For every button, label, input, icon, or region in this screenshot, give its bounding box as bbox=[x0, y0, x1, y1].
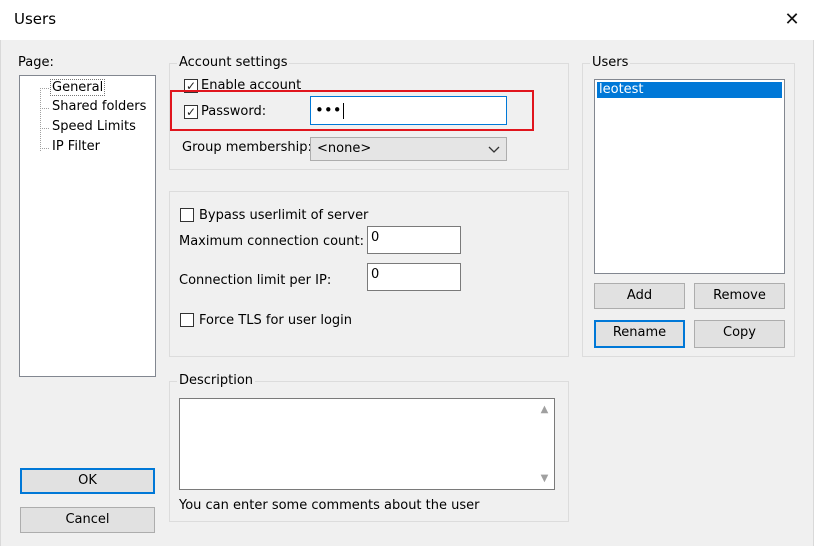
close-icon[interactable]: ✕ bbox=[778, 6, 806, 34]
users-title: Users bbox=[590, 55, 631, 70]
scroll-up-icon[interactable]: ▲ bbox=[535, 401, 554, 418]
window-title: Users bbox=[14, 10, 57, 28]
page-label: Page: bbox=[18, 55, 54, 70]
tree-connector bbox=[40, 148, 49, 149]
tree-connector bbox=[40, 88, 49, 89]
max-connection-input[interactable]: 0 bbox=[367, 226, 461, 254]
description-hint: You can enter some comments about the us… bbox=[179, 498, 480, 513]
tree-connector bbox=[40, 128, 49, 129]
group-membership-label: Group membership: bbox=[182, 140, 312, 155]
title-bar: Users ✕ bbox=[0, 0, 814, 40]
force-tls-label: Force TLS for user login bbox=[199, 313, 353, 328]
users-list[interactable]: leotest bbox=[594, 79, 785, 274]
enable-account-checkbox[interactable]: ✓ bbox=[184, 79, 198, 93]
text-cursor bbox=[342, 102, 344, 119]
chevron-down-icon bbox=[488, 139, 500, 167]
force-tls-checkbox[interactable] bbox=[180, 313, 194, 327]
connection-per-ip-label: Connection limit per IP: bbox=[179, 273, 332, 288]
copy-button[interactable]: Copy bbox=[694, 320, 785, 348]
max-connection-label: Maximum connection count: bbox=[179, 234, 365, 249]
scroll-down-icon[interactable]: ▼ bbox=[535, 470, 554, 487]
description-textarea[interactable] bbox=[179, 398, 555, 490]
remove-button[interactable]: Remove bbox=[694, 283, 785, 309]
bypass-userlimit-label: Bypass userlimit of server bbox=[199, 208, 369, 223]
add-button[interactable]: Add bbox=[594, 283, 685, 309]
enable-account-label: Enable account bbox=[201, 78, 302, 93]
users-list-item[interactable]: leotest bbox=[597, 82, 782, 98]
group-membership-value: <none> bbox=[317, 141, 372, 156]
page-tree[interactable]: General Shared folders Speed Limits IP F… bbox=[19, 75, 156, 377]
ok-button[interactable]: OK bbox=[20, 468, 155, 494]
tree-item-ip-filter[interactable]: IP Filter bbox=[50, 139, 102, 154]
description-title: Description bbox=[177, 373, 256, 388]
password-field[interactable]: ••• bbox=[310, 96, 507, 125]
tree-connector bbox=[40, 88, 41, 151]
tree-item-general[interactable]: General bbox=[50, 79, 106, 96]
description-scrollbar[interactable]: ▲ ▼ bbox=[535, 399, 554, 489]
account-settings-title: Account settings bbox=[177, 55, 290, 70]
bypass-userlimit-checkbox[interactable] bbox=[180, 208, 194, 222]
tree-item-shared-folders[interactable]: Shared folders bbox=[50, 99, 148, 114]
password-value: ••• bbox=[315, 101, 342, 119]
group-membership-select[interactable]: <none> bbox=[310, 137, 507, 161]
cancel-button[interactable]: Cancel bbox=[20, 507, 155, 533]
tree-connector bbox=[40, 108, 49, 109]
connection-per-ip-input[interactable]: 0 bbox=[367, 263, 461, 291]
rename-button[interactable]: Rename bbox=[594, 320, 685, 348]
password-checkbox[interactable]: ✓ bbox=[184, 105, 198, 119]
tree-item-speed-limits[interactable]: Speed Limits bbox=[50, 119, 138, 134]
password-label: Password: bbox=[201, 104, 267, 119]
